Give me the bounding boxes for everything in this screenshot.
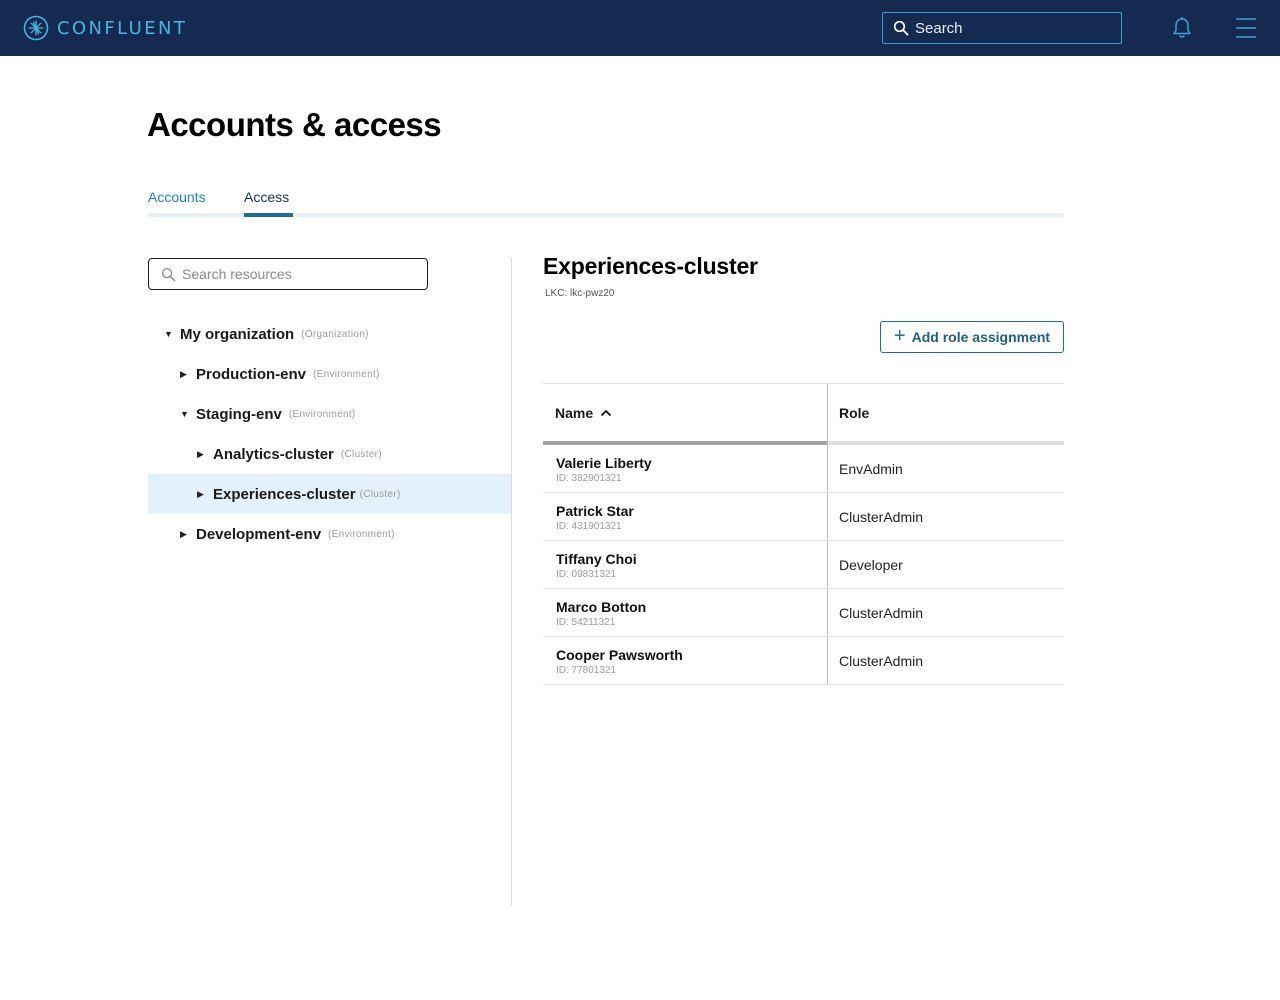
tree-item-label: My organization — [180, 325, 295, 343]
caret-right-icon[interactable]: ▶ — [197, 449, 213, 460]
column-header-role-label: Role — [839, 405, 870, 421]
add-role-assignment-label: Add role assignment — [911, 329, 1051, 345]
resource-id: LKC: lkc-pwz20 — [545, 288, 615, 299]
member-id: ID: 77801321 — [556, 665, 617, 676]
global-search-input[interactable]: Search — [882, 12, 1122, 44]
table-row[interactable]: Patrick Star ID: 431901321 ClusterAdmin — [543, 493, 1064, 541]
caret-down-icon[interactable]: ▼ — [180, 409, 196, 419]
table-row[interactable]: Valerie Liberty ID: 382901321 EnvAdmin — [543, 445, 1064, 493]
add-role-assignment-button[interactable]: + Add role assignment — [880, 321, 1064, 353]
resource-search-field[interactable] — [148, 258, 428, 290]
member-name: Patrick Star — [556, 503, 634, 519]
column-header-name[interactable]: Name — [543, 384, 827, 442]
member-id: ID: 54211321 — [556, 617, 616, 628]
tree-item-development-env[interactable]: ▶ Development-env (Environment) — [148, 514, 511, 554]
hamburger-menu-icon[interactable] — [1235, 16, 1257, 40]
member-role: ClusterAdmin — [839, 604, 924, 621]
tree-item-label: Production-env — [196, 365, 307, 383]
column-header-role[interactable]: Role — [828, 384, 1064, 442]
tree-item-experiences-cluster[interactable]: ▶ Experiences-cluster (Cluster) — [148, 474, 511, 514]
member-role: ClusterAdmin — [839, 652, 924, 669]
tree-item-staging-env[interactable]: ▼ Staging-env (Environment) — [148, 394, 511, 434]
tab-access[interactable]: Access — [244, 189, 289, 205]
tree-item-label: Analytics-cluster — [213, 445, 334, 463]
tree-item-label: Staging-env — [196, 405, 282, 423]
page-title: Accounts & access — [147, 106, 442, 143]
role-assignments-table: Name Role Valerie Liberty ID: 382901321 … — [543, 383, 1064, 685]
member-role: ClusterAdmin — [839, 508, 924, 525]
tree-item-production-env[interactable]: ▶ Production-env (Environment) — [148, 354, 511, 394]
tree-item-type: (Organization) — [301, 328, 369, 340]
brand-name: CONFLUENT — [57, 17, 188, 39]
tree-item-type: (Environment) — [328, 528, 395, 540]
tree-item-type: (Environment) — [313, 368, 380, 380]
active-tab-indicator — [244, 213, 293, 217]
member-role: EnvAdmin — [839, 460, 903, 477]
caret-right-icon[interactable]: ▶ — [180, 369, 196, 380]
tree-item-label: Development-env — [196, 525, 322, 543]
sort-ascending-icon[interactable] — [600, 407, 612, 419]
tree-item-my-organization[interactable]: ▼ My organization (Organization) — [148, 314, 511, 354]
tab-accounts[interactable]: Accounts — [148, 189, 206, 205]
resource-search-input[interactable] — [182, 266, 412, 282]
table-row[interactable]: Cooper Pawsworth ID: 77801321 ClusterAdm… — [543, 637, 1064, 685]
panel-divider — [511, 258, 512, 906]
member-name: Cooper Pawsworth — [556, 647, 683, 663]
member-name: Valerie Liberty — [556, 455, 652, 471]
caret-right-icon[interactable]: ▶ — [197, 489, 213, 500]
member-id: ID: 431901321 — [556, 521, 622, 532]
caret-right-icon[interactable]: ▶ — [180, 529, 196, 540]
column-header-name-label: Name — [555, 405, 594, 421]
tree-item-analytics-cluster[interactable]: ▶ Analytics-cluster (Cluster) — [148, 434, 511, 474]
table-row[interactable]: Tiffany Choi ID: 09831321 Developer — [543, 541, 1064, 589]
resource-title: Experiences-cluster — [543, 253, 758, 279]
member-name: Tiffany Choi — [556, 551, 637, 567]
bell-icon[interactable] — [1171, 16, 1193, 40]
tree-item-type: (Cluster) — [359, 488, 401, 500]
table-row[interactable]: Marco Botton ID: 54211321 ClusterAdmin — [543, 589, 1064, 637]
plus-icon: + — [893, 325, 906, 347]
member-role: Developer — [839, 556, 903, 573]
member-id: ID: 09831321 — [556, 569, 617, 580]
member-name: Marco Botton — [556, 599, 647, 615]
tree-item-label: Experiences-cluster — [213, 485, 356, 503]
tree-item-type: (Environment) — [288, 408, 356, 420]
search-icon — [893, 20, 909, 36]
confluent-logo-icon — [23, 15, 49, 41]
confluent-logo[interactable]: CONFLUENT — [23, 15, 187, 41]
search-icon — [161, 267, 176, 281]
top-navigation-bar: CONFLUENT Search — [0, 0, 1280, 56]
caret-down-icon[interactable]: ▼ — [164, 329, 180, 339]
tree-item-type: (Cluster) — [340, 448, 382, 460]
global-search-placeholder: Search — [915, 19, 963, 37]
member-id: ID: 382901321 — [556, 473, 622, 484]
table-header: Name Role — [543, 383, 1064, 445]
